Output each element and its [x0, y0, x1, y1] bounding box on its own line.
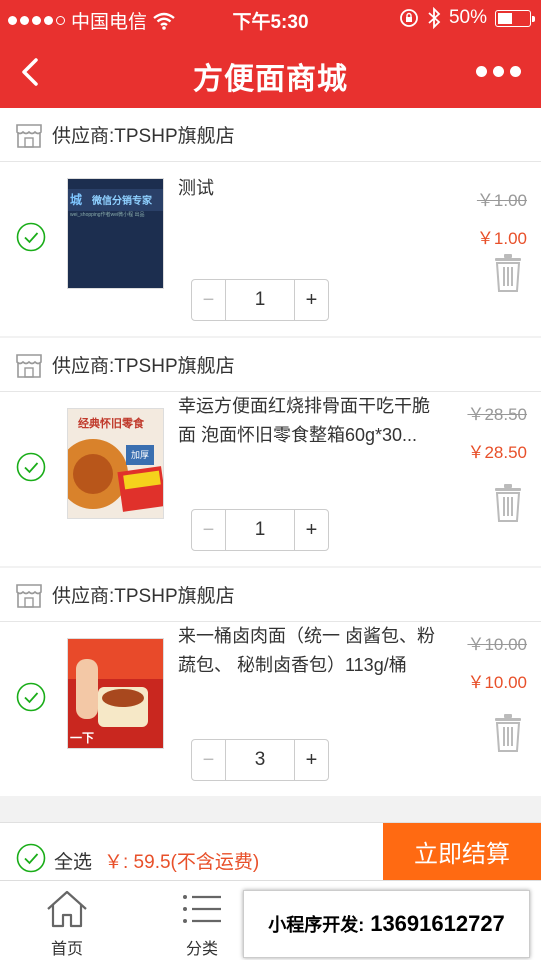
cart-item: 一下 来一桶卤肉面（统一 卤酱包、粉蔬包、 秘制卤香包）113g/桶 ￥10.0…	[0, 622, 541, 796]
decrease-button[interactable]: −	[192, 280, 226, 320]
shop-icon	[16, 583, 42, 608]
checked-icon[interactable]	[16, 222, 46, 252]
product-thumbnail[interactable]: 城 微信分销专家 wei_shopping作者wei微小程 出品	[67, 178, 164, 289]
shop-icon	[16, 353, 42, 378]
thumb-text-main: 微信分销专家	[92, 196, 152, 207]
cart-item: 城 微信分销专家 wei_shopping作者wei微小程 出品 测试 ￥1.0…	[0, 162, 541, 336]
nav-bar: 方便面商城	[0, 36, 541, 108]
home-icon	[47, 890, 87, 928]
thumb-text-side: 一下	[70, 731, 95, 745]
product-thumbnail[interactable]: 经典怀旧零食 加厚	[67, 408, 164, 519]
status-bar: 中国电信 下午5:30 50%	[0, 0, 541, 36]
quantity-stepper: − 1 +	[191, 509, 329, 551]
decrease-button[interactable]: −	[192, 510, 226, 550]
store-header: 供应商:TPSHP旗舰店	[0, 338, 541, 392]
thumb-text-side: 城	[70, 193, 83, 207]
shop-icon	[16, 123, 42, 148]
store-group: 供应商:TPSHP旗舰店 经典怀旧零食 加厚 幸运方便面红烧排骨面干吃干脆面 泡…	[0, 338, 541, 566]
tab-category-label: 分类	[185, 941, 218, 958]
rotation-lock-icon	[400, 9, 418, 27]
tab-home-label: 首页	[50, 941, 83, 958]
current-price: ￥1.00	[476, 229, 527, 248]
tab-home[interactable]: 首页	[22, 889, 112, 959]
product-name[interactable]: 测试	[178, 174, 440, 203]
select-all-label[interactable]: 全选	[54, 847, 92, 874]
trash-icon[interactable]	[493, 714, 523, 752]
increase-button[interactable]: +	[294, 280, 328, 320]
store-group: 供应商:TPSHP旗舰店 城 微信分销专家 wei_shopping作者wei微…	[0, 108, 541, 336]
quantity-value[interactable]: 1	[226, 280, 294, 320]
decrease-button[interactable]: −	[192, 740, 226, 780]
checkout-button[interactable]: 立即结算	[383, 823, 541, 880]
store-group: 供应商:TPSHP旗舰店 一下 来一桶卤肉面（统一 卤酱包、粉蔬包、 秘制卤香包…	[0, 568, 541, 796]
thumb-text-small: wei_shopping作者wei微小程 出品	[70, 212, 145, 218]
list-icon	[183, 895, 221, 923]
current-price: ￥10.00	[467, 673, 527, 692]
quantity-value[interactable]: 1	[226, 510, 294, 550]
trash-icon[interactable]	[493, 254, 523, 292]
product-thumbnail[interactable]: 一下	[67, 638, 164, 749]
checked-icon[interactable]	[16, 452, 46, 482]
quantity-stepper: − 3 +	[191, 739, 329, 781]
battery-percent: 50%	[448, 7, 487, 28]
quantity-value[interactable]: 3	[226, 740, 294, 780]
supplier-name: 供应商:TPSHP旗舰店	[52, 126, 235, 147]
original-price: ￥10.00	[467, 635, 527, 654]
increase-button[interactable]: +	[294, 740, 328, 780]
trash-icon[interactable]	[493, 484, 523, 522]
page-title: 方便面商城	[193, 63, 348, 96]
original-price: ￥28.50	[467, 405, 527, 424]
promo-banner: 小程序开发: 13691612727	[243, 890, 530, 958]
promo-phone: 13691612727	[370, 911, 505, 936]
checkout-bar: 全选 ￥: 59.5(不含运费) 立即结算	[0, 822, 541, 880]
store-header: 供应商:TPSHP旗舰店	[0, 108, 541, 162]
thumb-text-side: 加厚	[126, 445, 154, 465]
select-all-checkbox[interactable]	[16, 843, 46, 873]
more-button[interactable]	[476, 66, 521, 77]
original-price: ￥1.00	[476, 191, 527, 210]
more-dots-icon	[476, 66, 487, 77]
current-price: ￥28.50	[467, 443, 527, 462]
store-header: 供应商:TPSHP旗舰店	[0, 568, 541, 622]
promo-label: 小程序开发:	[268, 915, 365, 935]
quantity-stepper: − 1 +	[191, 279, 329, 321]
tab-category[interactable]: 分类	[157, 889, 247, 959]
increase-button[interactable]: +	[294, 510, 328, 550]
product-name[interactable]: 来一桶卤肉面（统一 卤酱包、粉蔬包、 秘制卤香包）113g/桶	[178, 622, 440, 680]
total-price: ￥: 59.5(不含运费)	[104, 852, 260, 873]
product-name[interactable]: 幸运方便面红烧排骨面干吃干脆面 泡面怀旧零食整箱60g*30...	[178, 392, 440, 450]
cart-item: 经典怀旧零食 加厚 幸运方便面红烧排骨面干吃干脆面 泡面怀旧零食整箱60g*30…	[0, 392, 541, 566]
thumb-text-main: 经典怀旧零食	[78, 418, 144, 430]
supplier-name: 供应商:TPSHP旗舰店	[52, 586, 235, 607]
bluetooth-icon	[428, 7, 441, 29]
battery-icon	[495, 9, 535, 27]
checked-icon[interactable]	[16, 682, 46, 712]
status-right: 50%	[399, 7, 535, 29]
supplier-name: 供应商:TPSHP旗舰店	[52, 356, 235, 377]
